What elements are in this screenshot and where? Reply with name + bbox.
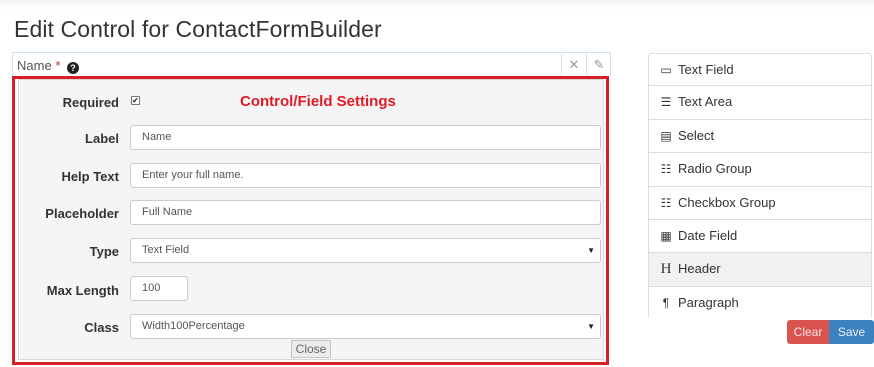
max-length-label: Max Length xyxy=(46,283,119,298)
checkbox-group-icon: ☷ xyxy=(660,195,672,210)
chevron-down-icon: ▼ xyxy=(587,322,595,331)
label-input[interactable]: Name xyxy=(130,125,601,150)
radio-group-icon: ☷ xyxy=(660,162,672,177)
remove-field-icon[interactable]: ✕ xyxy=(561,54,586,75)
palette-item-text-field[interactable]: ▭ Text Field xyxy=(648,53,872,87)
help-text-input[interactable]: Enter your full name. xyxy=(130,163,601,188)
settings-section-title: Control/Field Settings xyxy=(240,93,396,110)
palette-item-label: Checkbox Group xyxy=(678,194,776,210)
palette-item-label: Header xyxy=(678,261,721,277)
edit-pencil-icon[interactable]: ✎ xyxy=(586,54,611,75)
required-asterisk: * xyxy=(55,58,61,73)
type-select[interactable]: Text Field ▼ xyxy=(130,238,601,263)
field-header-label: Name * ? xyxy=(17,58,79,74)
palette-item-header[interactable]: H Header xyxy=(648,253,872,287)
placeholder-label: Placeholder xyxy=(45,206,119,221)
required-checkbox[interactable]: ✔ xyxy=(131,96,140,105)
palette-item-label: Radio Group xyxy=(678,161,752,177)
palette-item-label: Select xyxy=(678,127,715,143)
calendar-icon: ▦ xyxy=(660,228,672,243)
label-label: Label xyxy=(85,131,119,146)
type-select-value: Text Field xyxy=(142,244,190,256)
palette-item-text-area[interactable]: ☰ Text Area xyxy=(648,86,872,120)
palette-item-label: Text Area xyxy=(678,94,733,110)
palette-item-label: Date Field xyxy=(678,227,738,243)
control-palette: ▭ Text Field ☰ Text Area ▤ Select ☷ Radio Gr… xyxy=(648,53,872,317)
clear-button[interactable]: Clear xyxy=(787,320,829,344)
class-label: Class xyxy=(84,320,119,335)
chevron-down-icon: ▼ xyxy=(587,246,595,255)
header-icon: H xyxy=(660,261,672,278)
palette-item-select[interactable]: ▤ Select xyxy=(648,119,872,154)
palette-item-radio-group[interactable]: ☷ Radio Group xyxy=(648,153,872,187)
field-name: Name xyxy=(17,58,52,73)
field-header[interactable]: Name * ? ✕ ✎ xyxy=(12,52,611,76)
class-select[interactable]: Width100Percentage ▼ xyxy=(130,314,601,339)
palette-item-paragraph[interactable]: ¶ Paragraph xyxy=(648,286,872,317)
text-field-icon: ▭ xyxy=(660,63,672,77)
help-text-label: Help Text xyxy=(61,169,119,184)
palette-item-date-field[interactable]: ▦ Date Field xyxy=(648,219,872,254)
help-icon[interactable]: ? xyxy=(67,62,79,74)
palette-item-label: Paragraph xyxy=(678,294,739,310)
palette-item-checkbox-group[interactable]: ☷ Checkbox Group xyxy=(648,186,872,220)
save-button[interactable]: Save xyxy=(829,320,874,344)
select-icon: ▤ xyxy=(660,128,672,143)
class-select-value: Width100Percentage xyxy=(142,320,245,332)
required-label: Required xyxy=(62,95,119,110)
paragraph-icon: ¶ xyxy=(662,295,670,310)
max-length-input[interactable]: 100 xyxy=(130,276,188,301)
type-label: Type xyxy=(89,244,119,259)
page-title: Edit Control for ContactFormBuilder xyxy=(14,16,382,42)
top-shadow xyxy=(0,0,874,10)
palette-item-label: Text Field xyxy=(678,62,734,77)
placeholder-input[interactable]: Full Name xyxy=(130,200,601,225)
close-settings-button[interactable]: Close xyxy=(291,340,331,358)
text-area-icon: ☰ xyxy=(660,95,672,110)
